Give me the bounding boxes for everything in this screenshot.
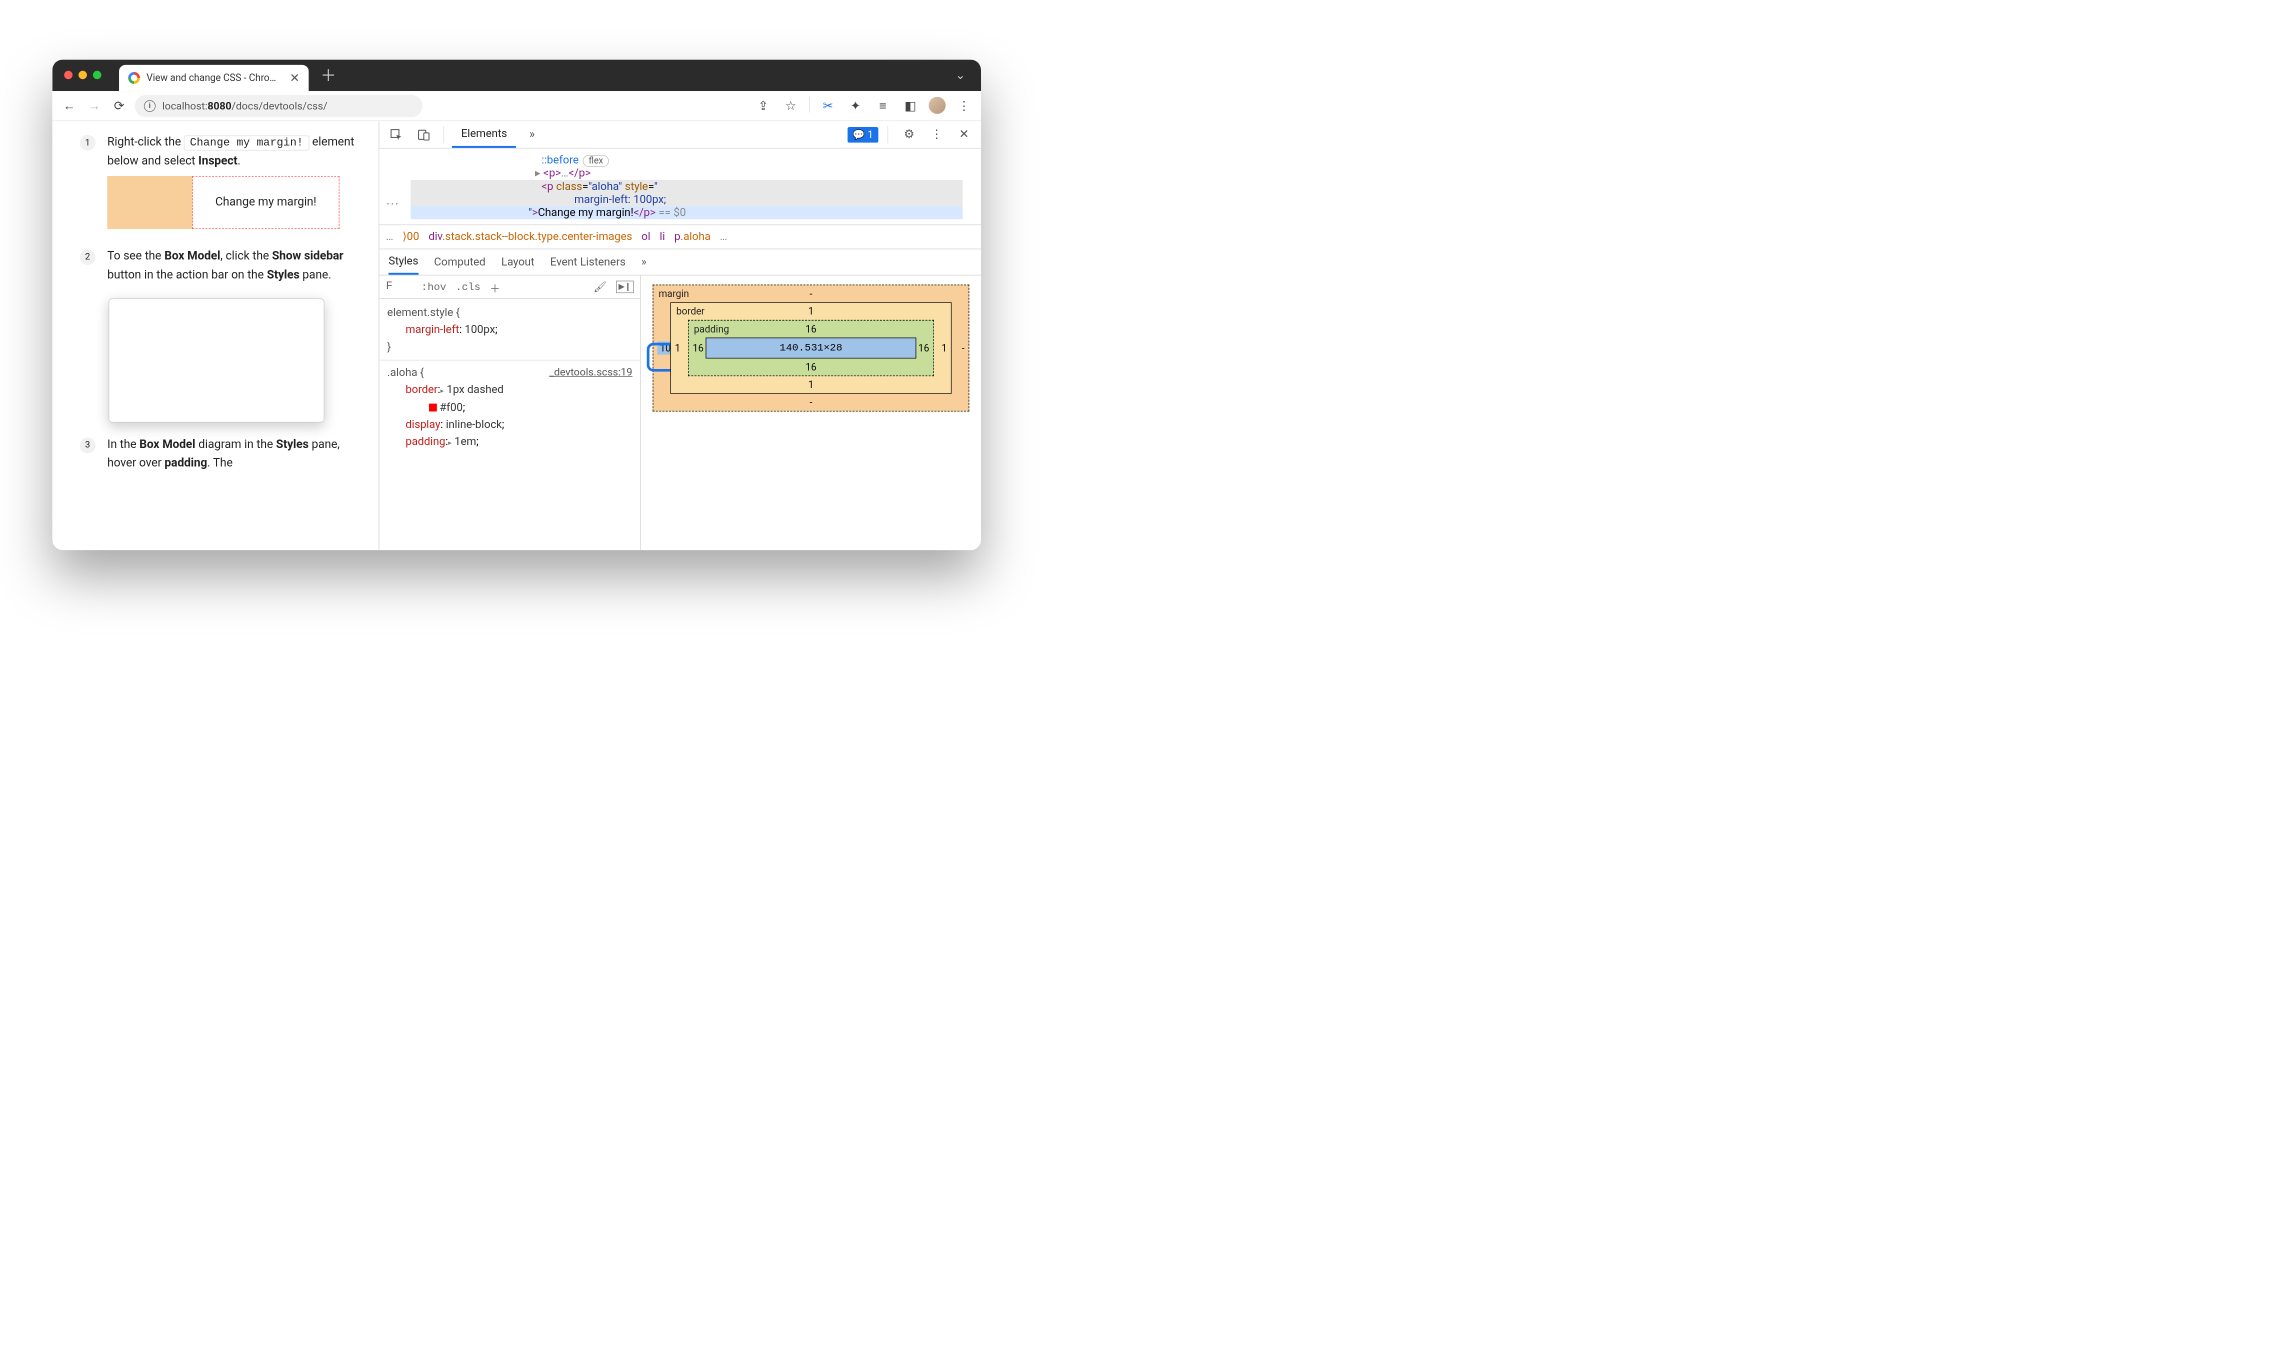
tab-strip: View and change CSS - Chrome ✕ ＋ ⌄ [52,60,981,91]
hov-toggle[interactable]: :hov [421,281,446,293]
browser-tab[interactable]: View and change CSS - Chrome ✕ [119,65,309,91]
tab-computed[interactable]: Computed [434,249,486,275]
box-model-content[interactable]: 140.531×28 [706,338,917,359]
flex-badge[interactable]: flex [583,155,609,167]
divider [809,97,810,113]
menu-icon[interactable]: ⋮ [955,97,973,115]
demo-margin-wrap: Change my margin! [107,176,339,229]
site-info-icon[interactable]: i [144,100,156,112]
window-controls[interactable] [64,71,101,80]
minimize-window-icon[interactable] [78,71,87,80]
scissors-icon[interactable]: ✂ [819,97,837,115]
side-panel-icon[interactable]: ◧ [901,97,919,115]
extensions-icon[interactable]: ✦ [846,97,864,115]
bookmark-icon[interactable]: ☆ [782,97,800,115]
close-tab-icon[interactable]: ✕ [290,71,300,85]
issues-badge[interactable]: 💬 1 [848,127,879,143]
maximize-window-icon[interactable] [93,71,102,80]
forward-icon[interactable]: → [85,97,103,115]
tab-styles[interactable]: Styles [388,249,418,275]
share-icon[interactable]: ⇪ [754,97,772,115]
reload-icon[interactable]: ⟳ [110,97,128,115]
step-2: 2 To see the Box Model, click the Show s… [80,247,361,285]
breadcrumb[interactable]: … ⟩00 div.stack.stack--block.type.center… [379,224,981,249]
step-3: 3 In the Box Model diagram in the Styles… [80,435,361,473]
new-tab-button[interactable]: ＋ [320,63,336,86]
box-model-pane: margin - - 100 - border 1 1 1 1 [641,275,981,550]
code-chip: Change my margin! [184,135,309,150]
more-styles-tabs-icon[interactable]: » [641,249,646,275]
box-model-margin[interactable]: margin - - 100 - border 1 1 1 1 [653,285,970,412]
new-rule-icon[interactable]: ＋ [490,279,500,295]
box-model-padding[interactable]: padding 16 16 16 16 140.531×28 [688,320,934,376]
devtools-panel: Elements » 💬 1 ⚙ ⋮ ✕ ⋯ ::beforeflex ▸ <p… [379,121,981,550]
tab-title: View and change CSS - Chrome [146,72,283,84]
styles-filter-bar: F :hov .cls ＋ 🖌 ▶❙ [379,275,640,299]
step-number: 1 [80,135,96,151]
device-toggle-icon[interactable] [412,123,436,147]
browser-window: View and change CSS - Chrome ✕ ＋ ⌄ ← → ⟳… [52,60,981,551]
selected-dom-node[interactable]: <p class="aloha" style=" [411,180,963,193]
dom-ellipsis-icon[interactable]: ⋯ [386,196,400,212]
step-1: 1 Right-click the Change my margin! elem… [80,133,361,234]
tab-search-icon[interactable]: ⌄ [955,69,965,83]
tab-elements[interactable]: Elements [452,121,516,148]
tab-event-listeners[interactable]: Event Listeners [550,249,625,275]
demo-element[interactable]: Change my margin! [192,176,339,229]
css-rules[interactable]: element.style { margin-left: 100px; } .a… [379,299,640,456]
kebab-menu-icon[interactable]: ⋮ [925,123,949,147]
docs-pane: 1 Right-click the Change my margin! elem… [52,121,379,550]
address-bar[interactable]: i localhost:8080/docs/devtools/css/ [135,95,423,117]
dom-tree[interactable]: ⋯ ::beforeflex ▸ <p>…</p> <p class="aloh… [379,149,981,225]
color-swatch[interactable] [429,404,437,412]
source-link[interactable]: _devtools.scss:19 [549,364,632,380]
step-number: 2 [80,249,96,265]
more-tabs-icon[interactable]: » [520,123,544,147]
settings-icon[interactable]: ⚙ [897,123,921,147]
browser-toolbar: ← → ⟳ i localhost:8080/docs/devtools/css… [52,91,981,121]
screenshot-thumbnail [109,298,325,422]
chrome-favicon [128,72,140,84]
close-devtools-icon[interactable]: ✕ [952,123,976,147]
brush-icon[interactable]: 🖌 [593,280,606,293]
filter-input[interactable]: F [386,281,412,293]
devtools-tab-bar: Elements » 💬 1 ⚙ ⋮ ✕ [379,121,981,148]
styles-tab-bar: Styles Computed Layout Event Listeners » [379,249,981,275]
box-model-border[interactable]: border 1 1 1 1 padding 16 16 16 16 [670,302,951,394]
step-number: 3 [80,437,96,453]
tab-layout[interactable]: Layout [501,249,534,275]
back-icon[interactable]: ← [60,97,78,115]
profile-avatar[interactable] [929,97,946,114]
computed-sidebar-icon[interactable]: ▶❙ [616,281,634,293]
close-window-icon[interactable] [64,71,73,80]
reading-list-icon[interactable]: ≡ [874,97,892,115]
inspect-icon[interactable] [385,123,409,147]
url-host: localhost:8080/docs/devtools/css/ [162,100,327,112]
cls-toggle[interactable]: .cls [455,281,480,293]
